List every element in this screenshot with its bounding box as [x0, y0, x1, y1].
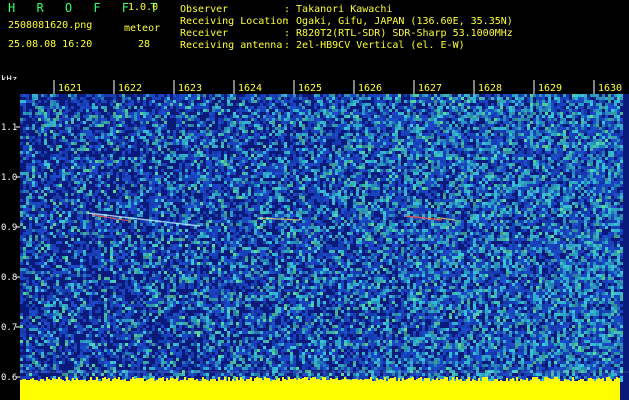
location-label: Receiving Location — [180, 16, 289, 27]
antenna-value: : 2el-HB9CV Vertical (el. E-W) — [284, 40, 465, 51]
time-tick-label: 1623 — [178, 83, 202, 94]
file-name: 2508081620.png — [8, 20, 93, 31]
freq-tick-label: 1.1 — [1, 123, 17, 133]
spectrogram-display: 1621 1622 1623 1624 1625 1626 1627 1628 1629 1630… — [0, 80, 629, 400]
time-tick-label: 1625 — [298, 83, 322, 94]
meteor-count: 28 — [138, 39, 151, 50]
meteor-label: meteor — [124, 23, 161, 34]
header-panel: H R O F F T 1.0.0 2508081620.png meteor … — [0, 0, 629, 76]
time-tick-label: 1624 — [238, 83, 262, 94]
time-axis: 1621 1622 1623 1624 1625 1626 1627 1628 1629 1630 — [0, 80, 629, 94]
frequency-axis: 1.1 1.0 0.9 0.8 0.7 0.6 — [0, 94, 20, 400]
time-tick-label: 1622 — [118, 83, 142, 94]
time-tick-label: 1630 — [598, 83, 622, 94]
time-tick-label: 1629 — [538, 83, 562, 94]
freq-tick-label: 0.8 — [1, 273, 17, 283]
freq-tick-label: 1.0 — [1, 173, 17, 183]
freq-tick-label: 0.6 — [1, 373, 17, 383]
observer-value: : Takanori Kawachi — [284, 4, 393, 15]
freq-tick-label: 0.7 — [1, 323, 17, 333]
time-tick-label: 1621 — [58, 83, 82, 94]
antenna-label: Receiving antenna — [180, 40, 283, 51]
time-tick-label: 1626 — [358, 83, 382, 94]
receiver-value: : R820T2(RTL-SDR) SDR-Sharp 53.1000MHz — [284, 28, 513, 39]
timestamp: 25.08.08 16:20 — [8, 39, 93, 50]
time-tick-label: 1627 — [418, 83, 442, 94]
receiver-label: Receiver — [180, 28, 229, 39]
location-value: : Ogaki, Gifu, JAPAN (136.60E, 35.35N) — [284, 16, 513, 27]
observer-label: Observer — [180, 4, 229, 15]
time-tick-label: 1628 — [478, 83, 502, 94]
app-version: 1.0.0 — [128, 2, 159, 13]
freq-tick-label: 0.9 — [1, 223, 17, 233]
